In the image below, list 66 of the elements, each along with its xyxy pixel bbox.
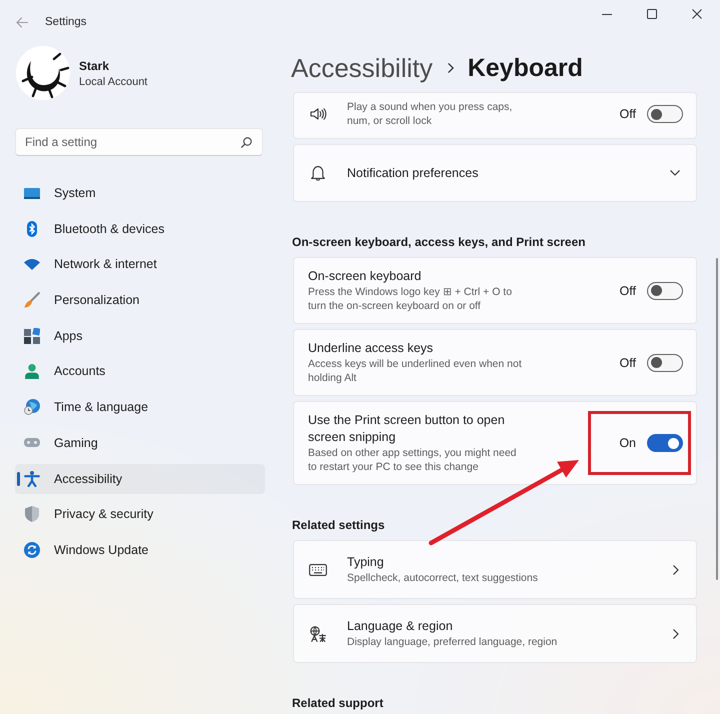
nav-item[interactable]: Bluetooth & devices — [15, 214, 265, 244]
bell-icon — [311, 166, 325, 180]
setting-title: On-screen keyboard — [308, 268, 422, 285]
close-icon[interactable] — [692, 9, 702, 19]
link-card[interactable]: Language & region Display language, preferred language, region — [293, 604, 697, 663]
setting-description: Display language, preferred language, region — [347, 635, 558, 649]
setting-description: Access keys will be underlined even when not holding Alt — [308, 357, 523, 385]
maximize-icon[interactable] — [646, 9, 656, 19]
speaker-icon — [310, 108, 326, 120]
monitor-icon — [24, 188, 40, 198]
nav-item[interactable]: Accessibility — [15, 464, 265, 494]
nav-item[interactable]: Network & internet — [15, 249, 265, 280]
setting-description: Based on other app settings, you might need to restart your PC to see this change — [308, 446, 518, 474]
toggle-state-label: Off — [620, 356, 636, 370]
keyboard-icon — [309, 564, 327, 576]
sync-icon — [24, 542, 40, 558]
globe-clock-icon — [24, 399, 40, 416]
section-heading: On-screen keyboard, access keys, and Print screen — [292, 234, 586, 250]
breadcrumb-chevron-icon — [448, 63, 454, 73]
toggle-switch[interactable] — [647, 105, 683, 123]
bluetooth-icon — [27, 220, 37, 237]
setting-title: Use the Print screen button to open screen snipping — [308, 412, 506, 446]
setting-description: Press the Windows logo key ⊞ + Ctrl + O to turn the on-screen keyboard on or off — [308, 285, 513, 313]
accessibility-icon — [24, 470, 40, 486]
language-icon — [310, 626, 326, 642]
account-type: Local Account — [79, 76, 148, 88]
account-name: Stark — [79, 58, 110, 72]
setting-title: Language & region — [347, 618, 454, 635]
search-field[interactable]: Find a setting — [15, 128, 263, 156]
brush-icon — [24, 292, 40, 308]
nav-item[interactable]: System — [15, 178, 265, 208]
nav-item[interactable]: Privacy & security — [15, 499, 265, 530]
search-icon — [241, 137, 252, 148]
nav-item[interactable]: Apps — [15, 320, 265, 351]
toggle-switch[interactable] — [647, 282, 683, 300]
page-title: Keyboard — [468, 54, 583, 82]
setting-title: Typing — [347, 554, 385, 571]
link-card[interactable]: Typing Spellcheck, autocorrect, text suggestions — [293, 540, 697, 599]
scrollbar[interactable] — [716, 258, 718, 580]
gamepad-icon — [24, 438, 40, 448]
setting-description: Spellcheck, autocorrect, text suggestions — [347, 571, 538, 585]
expander-card[interactable]: Notification preferences — [293, 144, 697, 202]
shield-icon — [25, 506, 39, 522]
wifi-icon — [24, 258, 40, 270]
setting-title: Underline access keys — [308, 340, 434, 357]
nav-item[interactable]: Time & language — [15, 392, 265, 422]
toggle-switch[interactable] — [647, 354, 683, 372]
chevron-right-icon — [673, 564, 679, 574]
section-heading: Related settings — [292, 517, 386, 533]
section-heading: Related support — [292, 695, 384, 711]
toggle-switch[interactable] — [647, 434, 683, 452]
toggle-state-label: Off — [620, 284, 636, 298]
person-icon — [25, 364, 39, 379]
avatar-icon — [16, 46, 70, 100]
nav-item[interactable]: Gaming — [15, 428, 265, 458]
toggle-state-label: Off — [620, 107, 636, 121]
nav-item[interactable]: Accounts — [15, 356, 265, 386]
setting-description: Play a sound when you press caps, num, or scroll lock — [347, 100, 514, 128]
apps-icon — [24, 328, 40, 344]
nav-item[interactable]: Personalization — [15, 285, 265, 316]
toggle-state-label: On — [619, 436, 636, 450]
window-title: Settings — [45, 16, 87, 28]
chevron-right-icon — [673, 628, 679, 638]
breadcrumb-link[interactable]: Accessibility — [291, 52, 433, 84]
setting-title: Notification preferences — [347, 164, 478, 182]
nav-item[interactable]: Windows Update — [15, 534, 265, 565]
